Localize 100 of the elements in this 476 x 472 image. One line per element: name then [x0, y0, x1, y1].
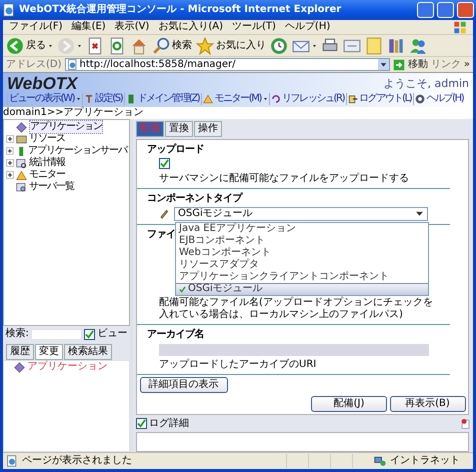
tree-item[interactable]: モニター	[29, 169, 65, 181]
stop-icon[interactable]	[86, 36, 104, 54]
upload-checkbox[interactable]	[159, 158, 170, 169]
expand-icon[interactable]	[6, 135, 14, 143]
check-icon	[179, 286, 186, 293]
refresh-icon	[270, 94, 281, 104]
search-icon[interactable]	[152, 36, 170, 54]
menu-item[interactable]: 編集(E)	[72, 21, 106, 33]
menu-item[interactable]: ツール(T)	[232, 21, 276, 33]
expand-icon[interactable]	[6, 159, 14, 167]
nav-link[interactable]: ドメイン管理(Z)	[124, 93, 200, 105]
menu-item[interactable]: 表示(V)	[114, 21, 150, 33]
menu-item[interactable]: お気に入り(A)	[158, 21, 223, 33]
log-checkbox[interactable]	[136, 418, 146, 430]
zone-text: イントラネット	[390, 455, 461, 467]
server-list-icon	[16, 182, 27, 192]
refresh-icon[interactable]	[108, 36, 126, 54]
warning-icon	[16, 170, 27, 180]
nav-link[interactable]: ビューの表示(W)	[7, 93, 76, 105]
action-button[interactable]: 配備(J)	[311, 396, 387, 412]
dropdown-option[interactable]: リソースアダプタ	[176, 258, 428, 271]
dropdown-option[interactable]: Webコンポーネント	[176, 246, 428, 259]
books-icon[interactable]	[387, 36, 405, 54]
nav-link[interactable]: リフレッシュ(R)	[268, 93, 346, 105]
dropdown-option[interactable]: Java EEアプリケーション	[176, 222, 428, 235]
nav-link[interactable]: ログアウト(L)	[346, 93, 412, 105]
go-button[interactable]: 移動	[393, 58, 428, 70]
tab[interactable]: 置換	[165, 121, 193, 137]
description: サーバマシンに配備可能なファイルをアップロードする	[159, 172, 410, 185]
tab[interactable]: 検索結果	[64, 344, 112, 360]
window-title: WebOTX統合運用管理コンソール - Microsoft Internet Explorer	[19, 4, 342, 16]
windows-flag-icon	[453, 20, 467, 34]
address-label: アドレス(D)	[6, 58, 62, 70]
nav-link[interactable]: ヘルプ(H)	[413, 93, 464, 105]
change-item[interactable]: アプリケーション	[28, 361, 108, 373]
caret-icon[interactable]	[262, 97, 268, 101]
ie-page-icon	[6, 455, 18, 467]
people-icon[interactable]	[409, 36, 427, 54]
logout-icon	[348, 94, 358, 104]
ie-page-icon	[66, 59, 78, 70]
section-title: ファイ	[147, 228, 176, 241]
dropdown-option[interactable]: OSGiモジュール	[176, 282, 428, 295]
logo: WebOTX	[7, 75, 78, 93]
home-icon[interactable]	[130, 36, 148, 54]
tree-item[interactable]: 統計情報	[29, 157, 65, 169]
search-label: 検索:	[6, 328, 29, 340]
star-icon[interactable]	[196, 36, 214, 54]
toolbar-button-label[interactable]: 戻る	[26, 40, 46, 52]
search-field[interactable]	[31, 328, 82, 340]
ie-page-icon	[2, 3, 16, 17]
welcome-text: ようこそ, admin	[384, 78, 469, 90]
nav-link[interactable]: モニター(M)	[201, 93, 262, 105]
caret-icon[interactable]	[48, 44, 53, 48]
toolbar-button-label[interactable]: お気に入り	[216, 40, 266, 52]
back-icon[interactable]	[6, 36, 24, 54]
caret-icon[interactable]	[312, 44, 317, 48]
clear-icon[interactable]	[460, 418, 470, 430]
tree-item[interactable]: リソース	[29, 133, 65, 145]
breadcrumb-text: >>アプリケーション	[46, 107, 144, 118]
dropdown-list[interactable]: Java EEアプリケーション EJBコンポーネント Webコンポーネント リソースアダプタ アプリケーションクライアントコンポーネント OSGiモジュール	[175, 222, 429, 296]
dropdown-option[interactable]: EJBコンポーネント	[176, 234, 428, 247]
action-button[interactable]: 再表示(B)	[390, 396, 466, 412]
tab[interactable]: 履歴	[6, 344, 34, 360]
pencil-icon	[159, 208, 169, 219]
expand-icon[interactable]	[6, 171, 14, 179]
stats-icon	[16, 158, 27, 168]
section-title: アップロード	[147, 144, 204, 156]
checkbox-label: ログ詳細	[149, 418, 190, 430]
tree-item[interactable]: サーバ一覧	[29, 181, 74, 193]
address-field[interactable]: http://localhost:5858/manager/	[64, 58, 390, 71]
maximize-button[interactable]	[437, 2, 454, 18]
expand-icon[interactable]	[6, 147, 14, 155]
more-links[interactable]: »	[464, 58, 470, 70]
checkbox-label: ビュー	[98, 328, 128, 340]
section-title: アーカイブ名	[147, 328, 204, 341]
tree-item[interactable]: アプリケーションサーバ	[28, 145, 127, 157]
tab[interactable]: 操作	[194, 121, 222, 137]
diamond-icon	[16, 122, 27, 132]
status-text: ページが表示されました	[22, 455, 133, 467]
select-field[interactable]: OSGiモジュール	[174, 206, 428, 221]
menu-item[interactable]: ファイル(F)	[9, 21, 63, 33]
caret-icon[interactable]	[76, 97, 82, 101]
tab[interactable]: 変更	[35, 344, 63, 360]
close-button[interactable]	[457, 2, 474, 18]
resource-icon	[16, 134, 27, 144]
breadcrumb-link[interactable]: domain1	[3, 107, 47, 118]
details-button[interactable]: 詳細項目の表示	[140, 377, 228, 394]
history-icon[interactable]	[270, 36, 288, 54]
nav-link[interactable]: 設定(S)	[82, 93, 124, 105]
dropdown-option[interactable]: アプリケーションクライアントコンポーネント	[176, 270, 428, 283]
description: 配備可能なファイル名(アップロードオプションにチェックを入れている場合は、ローカルマシン上のファイルパス)	[159, 296, 434, 321]
menu-item[interactable]: ヘルプ(H)	[284, 21, 330, 33]
toolbar-button-label[interactable]: 検索	[172, 40, 192, 52]
tree-item[interactable]: アプリケーション	[29, 120, 103, 134]
view-checkbox[interactable]	[84, 328, 95, 340]
dropdown-arrow-icon[interactable]	[415, 209, 424, 218]
warning-icon	[203, 94, 214, 104]
archive-field[interactable]	[159, 344, 429, 356]
minimize-button[interactable]	[417, 2, 434, 18]
links-label[interactable]: リンク	[430, 58, 461, 70]
